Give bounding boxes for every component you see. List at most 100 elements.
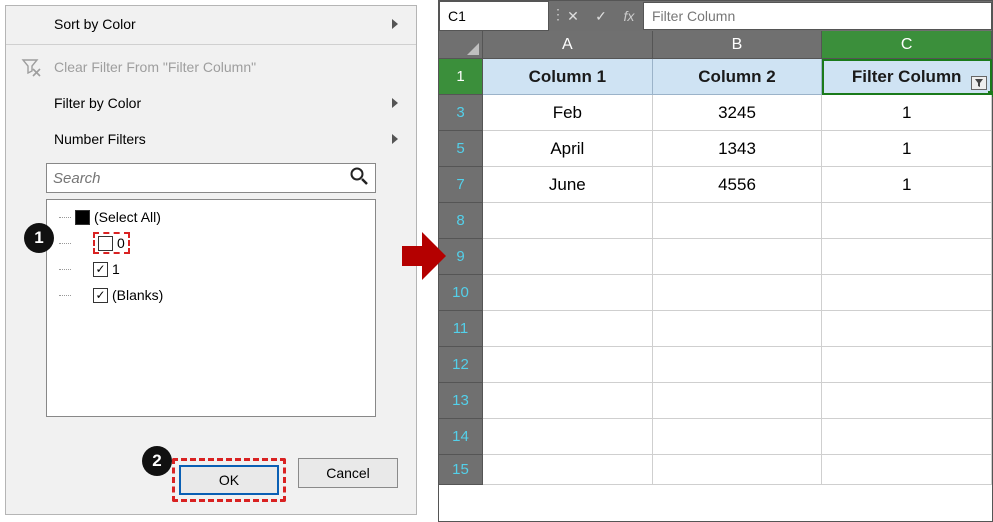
column-header-b[interactable]: B — [653, 31, 823, 59]
cell[interactable] — [653, 383, 823, 419]
row-header[interactable]: 5 — [439, 131, 483, 167]
filter-value-select-all[interactable]: (Select All) — [53, 204, 369, 230]
filter-value-label: 0 — [117, 235, 125, 251]
filter-applied-icon[interactable] — [971, 76, 987, 90]
callout-badge-2: 2 — [142, 446, 172, 476]
chevron-right-icon — [392, 98, 398, 108]
menu-label: Number Filters — [54, 131, 146, 147]
cell[interactable]: Column 2 — [653, 59, 823, 95]
clear-filter-icon — [20, 56, 42, 78]
number-filters-menu[interactable]: Number Filters — [6, 121, 416, 157]
cell[interactable]: 1 — [822, 131, 992, 167]
grid: A B C 1 Column 1 Column 2 Filter Column … — [439, 31, 992, 485]
spreadsheet: C1 ✕ ✓ fx Filter Column A B C 1 Column 1… — [438, 0, 993, 522]
row-header[interactable]: 10 — [439, 275, 483, 311]
cell[interactable] — [822, 203, 992, 239]
cell-selected[interactable]: Filter Column — [822, 59, 992, 95]
ok-button[interactable]: OK — [179, 465, 279, 495]
autofilter-menu: Sort by Color Clear Filter From "Filter … — [5, 5, 417, 515]
cell[interactable]: June — [483, 167, 653, 203]
checkbox-checked-icon[interactable] — [93, 262, 108, 277]
menu-label: Clear Filter From "Filter Column" — [54, 59, 256, 75]
row-header[interactable]: 13 — [439, 383, 483, 419]
checkbox-mixed-icon[interactable] — [75, 210, 90, 225]
formula-bar: C1 ✕ ✓ fx Filter Column — [439, 1, 992, 31]
divider — [6, 44, 416, 45]
row-header[interactable]: 7 — [439, 167, 483, 203]
row-header[interactable]: 11 — [439, 311, 483, 347]
cell[interactable] — [653, 419, 823, 455]
cell[interactable] — [483, 203, 653, 239]
cell[interactable] — [653, 239, 823, 275]
menu-label: Sort by Color — [54, 16, 136, 32]
filter-search-box[interactable] — [46, 163, 376, 193]
dialog-buttons: OK Cancel — [172, 458, 398, 502]
cell[interactable] — [483, 419, 653, 455]
select-all-corner[interactable] — [439, 31, 483, 59]
search-icon[interactable] — [345, 166, 369, 191]
filter-values-list: (Select All) 0 1 (Blanks) — [46, 199, 376, 417]
cell[interactable] — [822, 275, 992, 311]
cell[interactable] — [822, 455, 992, 485]
cell[interactable]: April — [483, 131, 653, 167]
cell[interactable] — [822, 419, 992, 455]
chevron-right-icon — [392, 19, 398, 29]
namebar-separator-icon — [549, 1, 559, 31]
row-header[interactable]: 3 — [439, 95, 483, 131]
cancel-button[interactable]: Cancel — [298, 458, 398, 488]
name-box[interactable]: C1 — [439, 1, 549, 31]
callout-badge-1: 1 — [24, 223, 54, 253]
arrow-right-icon — [402, 232, 446, 280]
tree-connector-icon — [59, 295, 71, 296]
checkbox-checked-icon[interactable] — [93, 288, 108, 303]
cell[interactable]: 1 — [822, 95, 992, 131]
column-header-c[interactable]: C — [822, 31, 992, 59]
cell[interactable] — [653, 311, 823, 347]
filter-value-1[interactable]: 1 — [53, 256, 369, 282]
cell[interactable] — [483, 239, 653, 275]
cell[interactable] — [483, 275, 653, 311]
cell[interactable] — [822, 239, 992, 275]
cell[interactable] — [483, 383, 653, 419]
filter-by-color-menu[interactable]: Filter by Color — [6, 85, 416, 121]
cell[interactable] — [822, 311, 992, 347]
row-header[interactable]: 12 — [439, 347, 483, 383]
cell[interactable] — [653, 455, 823, 485]
cell[interactable] — [483, 455, 653, 485]
row-header[interactable]: 15 — [439, 455, 483, 485]
column-header-a[interactable]: A — [483, 31, 653, 59]
formula-input[interactable]: Filter Column — [643, 2, 992, 30]
tree-connector-icon — [59, 217, 71, 218]
menu-label: Filter by Color — [54, 95, 141, 111]
cell[interactable]: Feb — [483, 95, 653, 131]
cell[interactable]: Column 1 — [483, 59, 653, 95]
cell[interactable] — [483, 347, 653, 383]
cell[interactable] — [653, 347, 823, 383]
sort-by-color-menu[interactable]: Sort by Color — [6, 6, 416, 42]
cell[interactable]: 1 — [822, 167, 992, 203]
filter-value-label: (Select All) — [94, 209, 161, 225]
cell[interactable] — [483, 311, 653, 347]
callout-highlight: 0 — [93, 232, 130, 254]
fx-icon[interactable]: fx — [615, 8, 643, 24]
checkbox-unchecked-icon[interactable] — [98, 236, 113, 251]
filter-value-blanks[interactable]: (Blanks) — [53, 282, 369, 308]
cell-value: Filter Column — [852, 67, 962, 87]
row-header[interactable]: 1 — [439, 59, 483, 95]
cell[interactable]: 3245 — [653, 95, 823, 131]
clear-filter-menu: Clear Filter From "Filter Column" — [6, 49, 416, 85]
cell[interactable] — [653, 203, 823, 239]
callout-highlight: OK — [172, 458, 286, 502]
cell[interactable] — [653, 275, 823, 311]
cell[interactable]: 1343 — [653, 131, 823, 167]
filter-value-label: 1 — [112, 261, 120, 277]
cell[interactable] — [822, 383, 992, 419]
chevron-right-icon — [392, 134, 398, 144]
enter-formula-icon[interactable]: ✓ — [587, 2, 615, 30]
cell[interactable]: 4556 — [653, 167, 823, 203]
filter-value-label: (Blanks) — [112, 287, 163, 303]
filter-value-0[interactable]: 0 — [53, 230, 369, 256]
row-header[interactable]: 14 — [439, 419, 483, 455]
filter-search-input[interactable] — [53, 165, 345, 191]
cell[interactable] — [822, 347, 992, 383]
